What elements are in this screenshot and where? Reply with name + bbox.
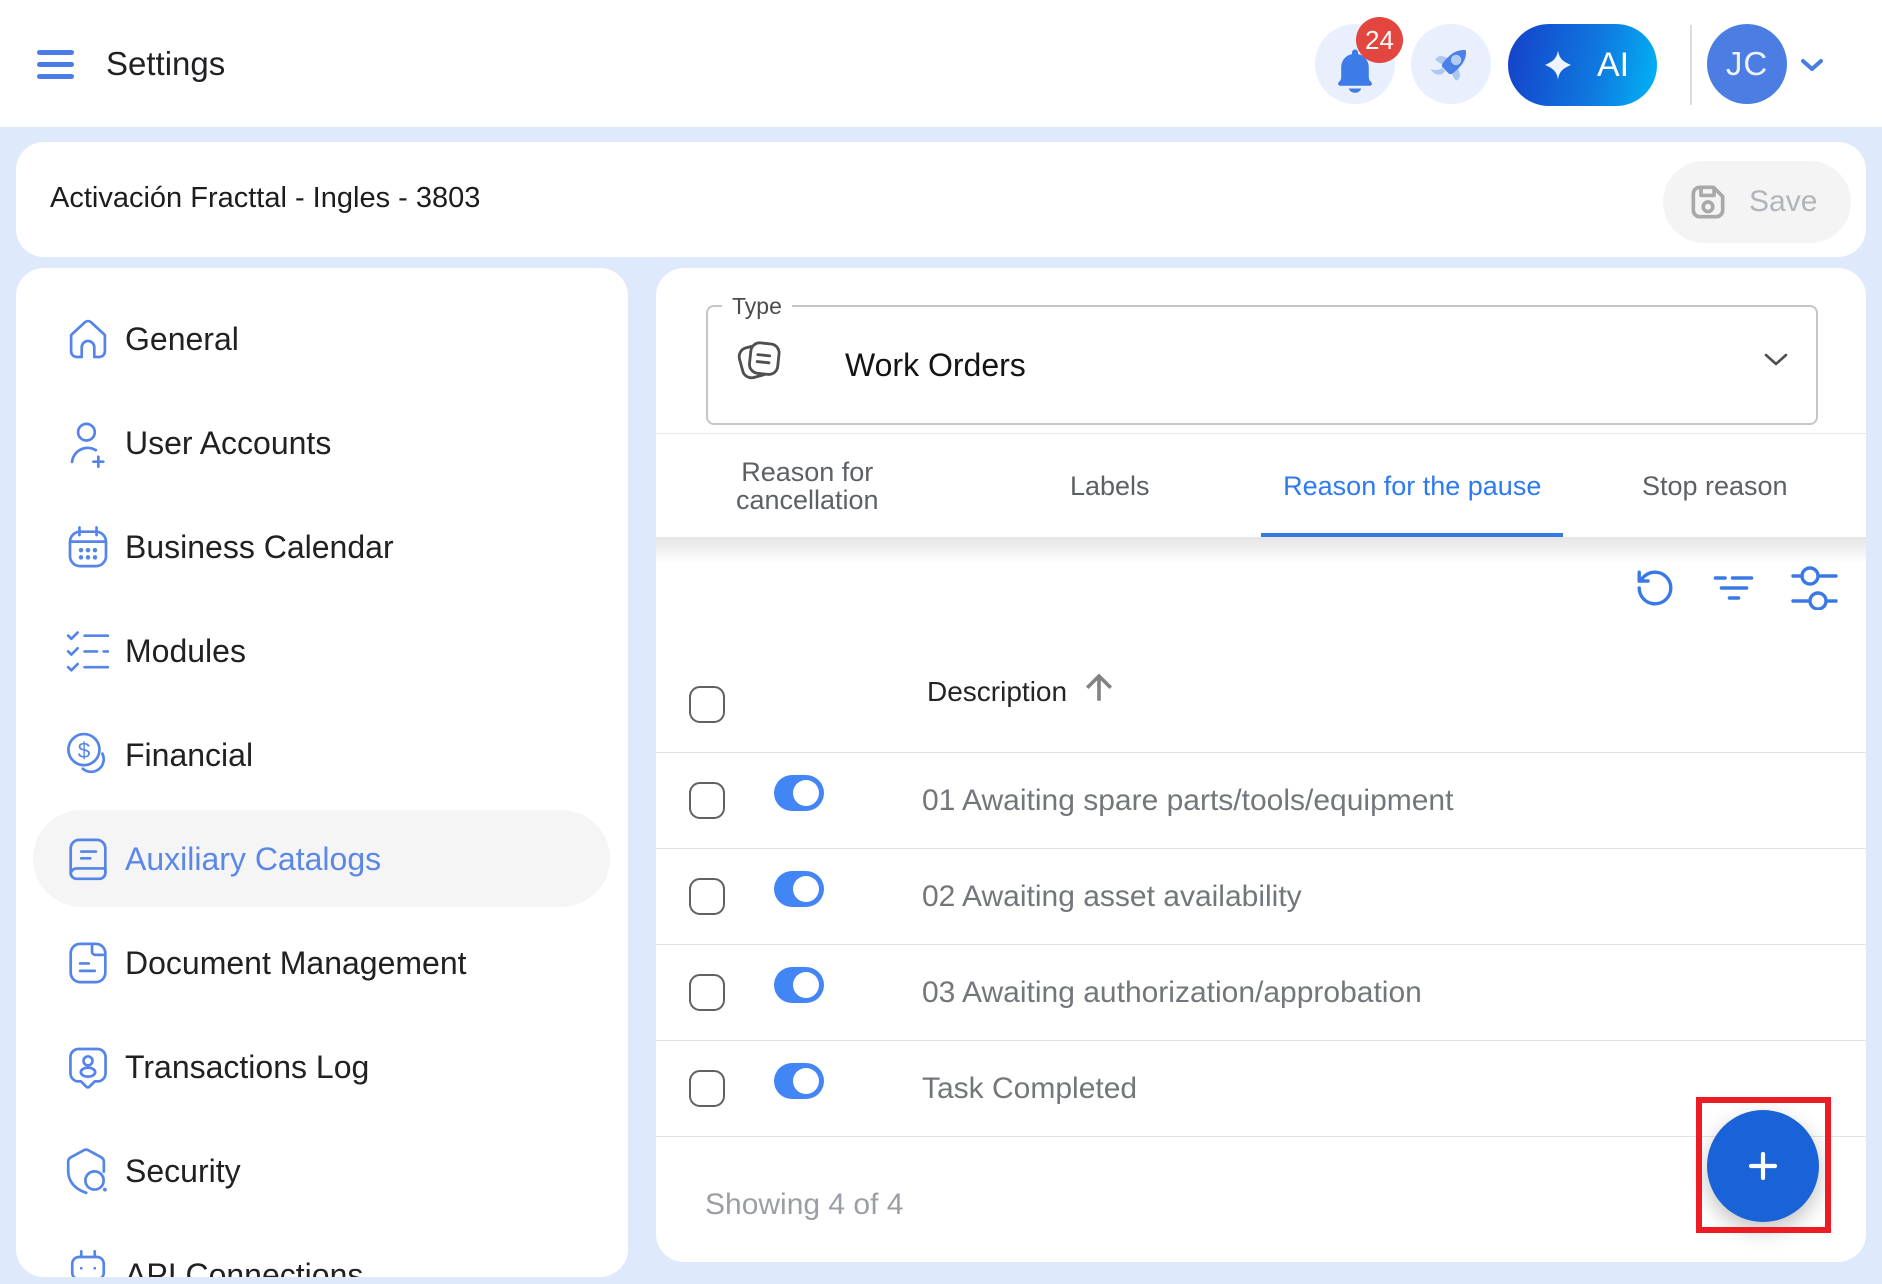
svg-text:$: $ — [78, 738, 91, 763]
